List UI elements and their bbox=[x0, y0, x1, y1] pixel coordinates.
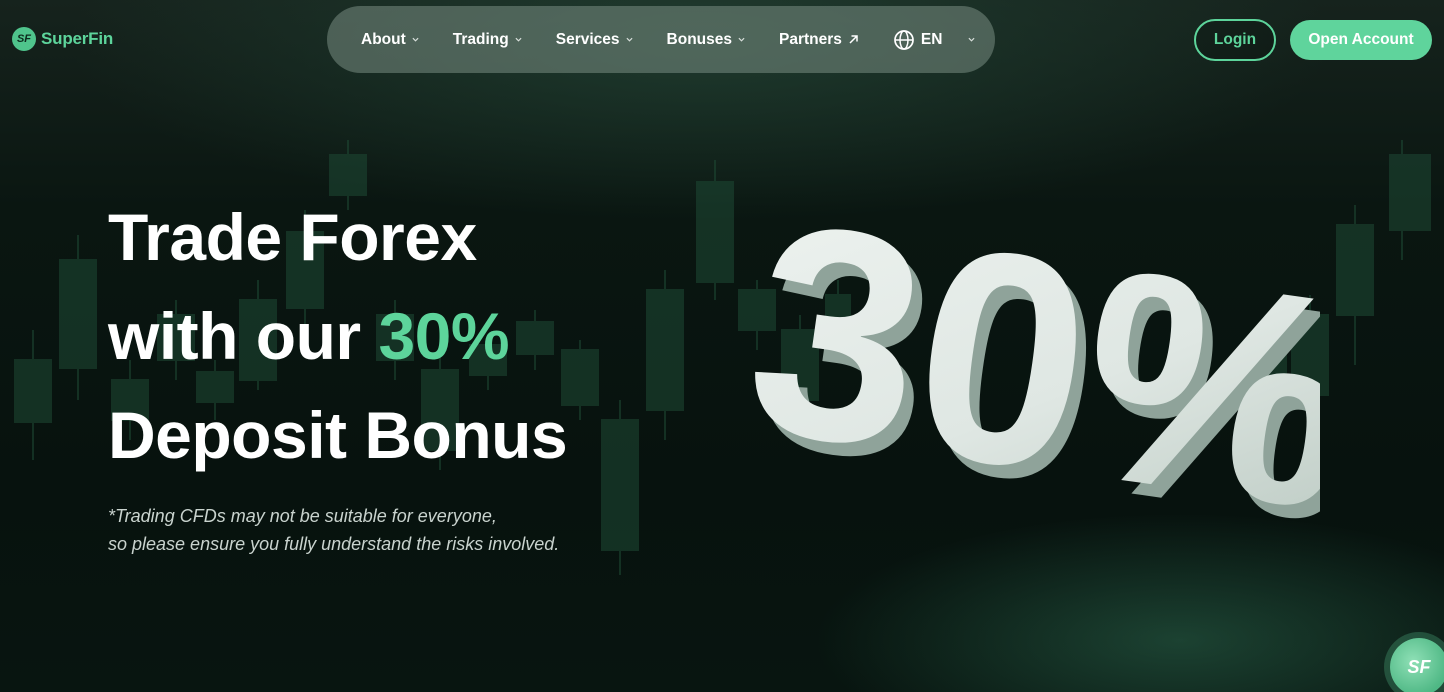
chevron-down-icon bbox=[515, 37, 522, 42]
chevron-down-icon bbox=[626, 37, 633, 42]
nav-item-bonuses[interactable]: Bonuses bbox=[667, 31, 745, 49]
language-label: EN bbox=[920, 30, 943, 48]
headline-accent: 30% bbox=[378, 299, 510, 373]
main-nav: About Trading Services Bonuses Partners … bbox=[327, 6, 995, 73]
nav-item-trading[interactable]: Trading bbox=[453, 31, 522, 49]
nav-item-label: Trading bbox=[452, 30, 509, 48]
language-selector[interactable]: EN bbox=[893, 29, 976, 51]
graphic-text: 30% bbox=[740, 157, 1320, 560]
arrow-up-right-icon bbox=[849, 35, 858, 44]
globe-icon bbox=[894, 29, 914, 50]
nav-item-label: Bonuses bbox=[666, 30, 732, 48]
nav-item-label: Partners bbox=[779, 30, 842, 48]
superfin-logo[interactable]: SF SuperFin bbox=[12, 27, 113, 51]
nav-item-about[interactable]: About bbox=[361, 31, 419, 49]
thirty-percent-graphic: 30% 30% bbox=[740, 157, 1320, 560]
disclaimer-line-1: *Trading CFDs may not be suitable for ev… bbox=[108, 506, 497, 526]
disclaimer-line-2: so please ensure you fully understand th… bbox=[108, 534, 560, 554]
headline-line-3: Deposit Bonus bbox=[108, 398, 568, 472]
nav-item-partners[interactable]: Partners bbox=[779, 31, 859, 49]
hero-headline: Trade Forex with our 30% Deposit Bonus bbox=[108, 188, 568, 485]
chevron-down-icon bbox=[412, 37, 419, 42]
risk-disclaimer: *Trading CFDs may not be suitable for ev… bbox=[108, 502, 559, 558]
logo-wordmark: SuperFin bbox=[41, 29, 114, 48]
nav-item-services[interactable]: Services bbox=[556, 31, 633, 49]
open-account-button[interactable]: Open Account bbox=[1290, 20, 1432, 60]
chevron-down-icon bbox=[738, 37, 745, 42]
chat-widget-button[interactable]: SF bbox=[1390, 638, 1444, 692]
logo-badge: SF bbox=[12, 27, 36, 51]
headline-line-1: Trade Forex bbox=[108, 200, 477, 274]
login-button[interactable]: Login bbox=[1194, 19, 1276, 61]
nav-item-label: Services bbox=[555, 30, 620, 48]
headline-line-2-prefix: with our bbox=[108, 299, 379, 373]
chevron-down-icon bbox=[968, 37, 975, 42]
nav-item-label: About bbox=[361, 30, 406, 48]
